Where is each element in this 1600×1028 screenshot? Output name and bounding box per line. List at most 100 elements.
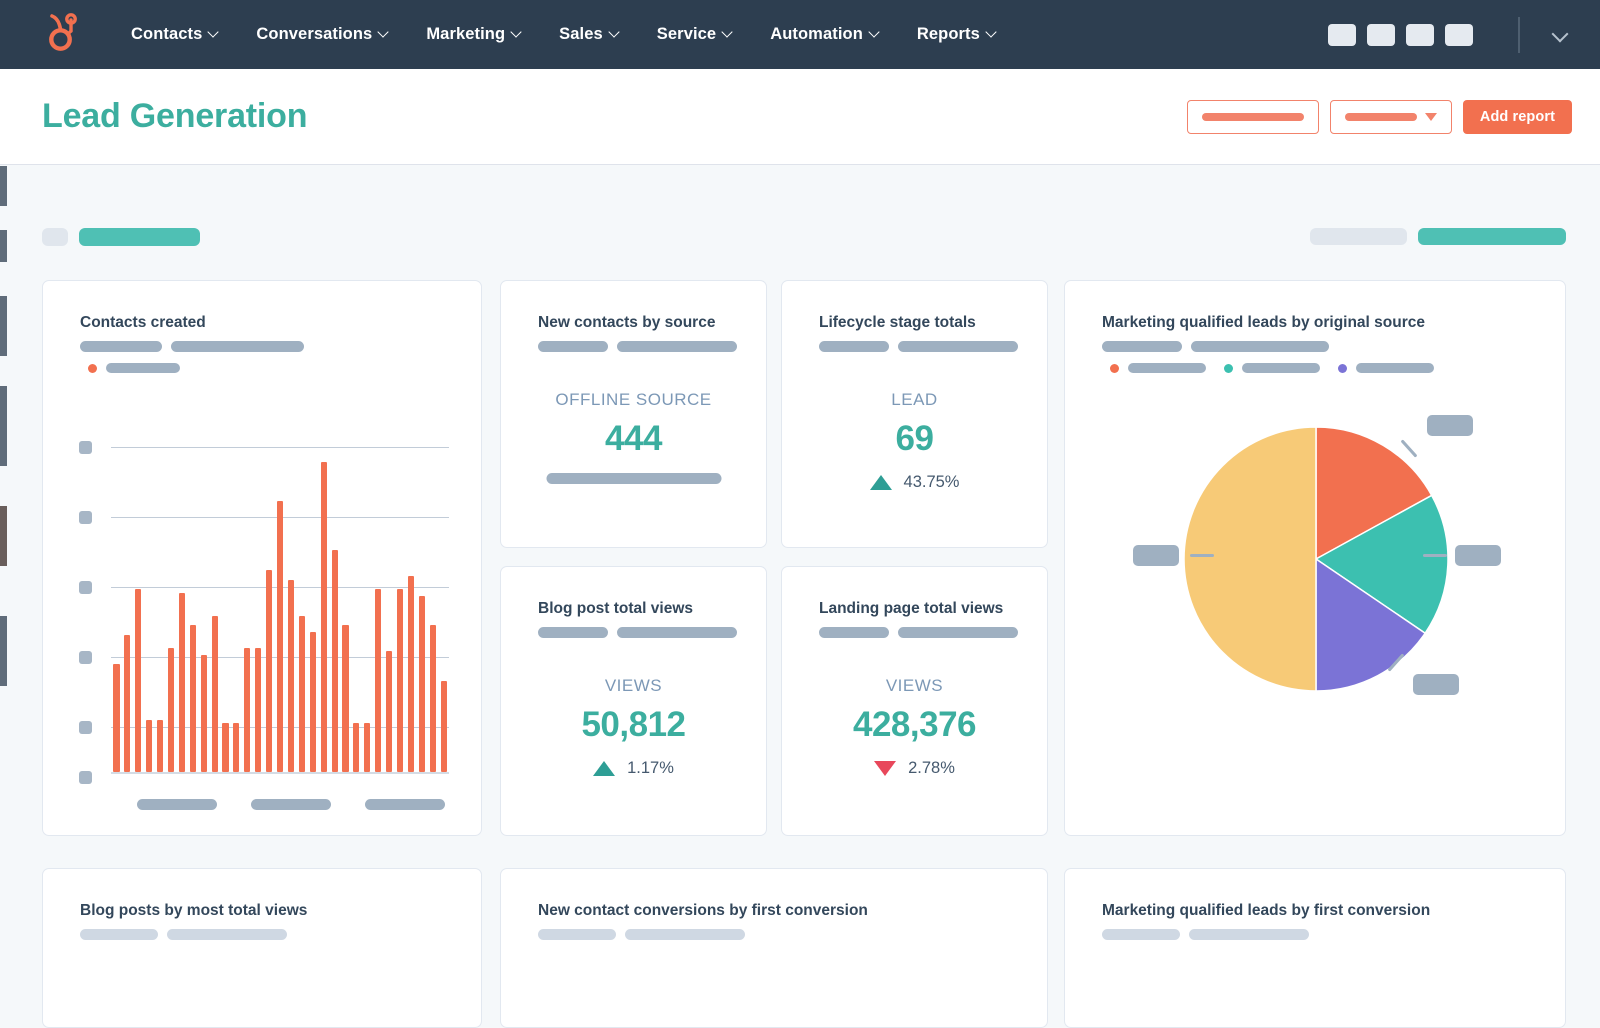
bar[interactable] bbox=[396, 589, 404, 772]
hubspot-logo[interactable] bbox=[38, 12, 84, 58]
triangle-up-icon bbox=[869, 475, 892, 490]
bar-series bbox=[111, 446, 449, 772]
bar[interactable] bbox=[407, 576, 414, 772]
redacted-bar bbox=[898, 341, 1018, 352]
card-landing-page-total-views[interactable]: Landing page total views VIEWS 428,376 2… bbox=[781, 566, 1048, 836]
bar[interactable] bbox=[222, 723, 229, 772]
kpi-delta: 2.78% bbox=[782, 759, 1047, 778]
card-blog-post-total-views[interactable]: Blog post total views VIEWS 50,812 1.17% bbox=[500, 566, 767, 836]
redacted-legend-label bbox=[1356, 363, 1434, 373]
top-navigation-bar: Contacts Conversations Marketing Sales S… bbox=[0, 0, 1600, 69]
card-new-contact-conversions-by-first-conversion[interactable]: New contact conversions by first convers… bbox=[500, 868, 1048, 1028]
header-secondary-button[interactable] bbox=[1186, 99, 1319, 134]
card-mql-by-first-conversion[interactable]: Marketing qualified leads by first conve… bbox=[1064, 868, 1566, 1028]
nav-item-conversations[interactable]: Conversations bbox=[237, 17, 407, 52]
bar[interactable] bbox=[364, 723, 371, 772]
triangle-down-icon bbox=[874, 761, 897, 776]
bar[interactable] bbox=[113, 664, 120, 772]
kpi-value: 428,376 bbox=[852, 705, 977, 744]
filter-placeholder-gray[interactable] bbox=[42, 228, 68, 246]
account-chevron-down-icon[interactable] bbox=[1554, 28, 1568, 42]
bar[interactable] bbox=[309, 631, 316, 772]
bar[interactable] bbox=[189, 625, 196, 772]
bar[interactable] bbox=[320, 462, 327, 772]
card-mql-by-original-source[interactable]: Marketing qualified leads by original so… bbox=[1064, 280, 1566, 836]
filter-placeholder-teal[interactable] bbox=[1418, 228, 1566, 245]
bar[interactable] bbox=[287, 579, 295, 772]
card-lifecycle-stage-totals[interactable]: Lifecycle stage totals LEAD 69 43.75% bbox=[781, 280, 1048, 548]
chevron-down-icon bbox=[512, 28, 521, 37]
card-blog-posts-by-most-total-views[interactable]: Blog posts by most total views bbox=[42, 868, 482, 1028]
nav-item-service[interactable]: Service bbox=[638, 17, 751, 52]
nav-item-marketing[interactable]: Marketing bbox=[407, 17, 540, 52]
redacted-bar bbox=[617, 627, 737, 638]
filter-placeholder-gray[interactable] bbox=[1310, 228, 1407, 245]
nav-item-label: Sales bbox=[559, 25, 603, 43]
bar[interactable] bbox=[298, 615, 305, 772]
x-axis-line bbox=[111, 772, 449, 774]
kpi-delta: 43.75% bbox=[782, 473, 1047, 492]
triangle-up-icon bbox=[593, 761, 616, 776]
card-title: Landing page total views bbox=[819, 600, 1004, 617]
bar[interactable] bbox=[266, 569, 273, 772]
bar[interactable] bbox=[167, 648, 175, 772]
card-subtitle-placeholders bbox=[80, 929, 287, 940]
bar[interactable] bbox=[233, 723, 240, 772]
nav-item-label: Reports bbox=[916, 25, 980, 43]
bar[interactable] bbox=[276, 501, 284, 772]
redacted-bar bbox=[80, 341, 162, 352]
kpi-metric-label: VIEWS bbox=[885, 676, 944, 695]
redacted-bar bbox=[80, 929, 158, 940]
bar[interactable] bbox=[386, 651, 393, 772]
bar[interactable] bbox=[124, 635, 131, 772]
redacted-bar bbox=[625, 929, 745, 940]
redacted-bar bbox=[171, 341, 304, 352]
pie-slice-label-placeholder bbox=[1413, 674, 1459, 695]
header-dropdown-button[interactable] bbox=[1329, 99, 1452, 134]
redacted-bar bbox=[167, 929, 287, 940]
bar[interactable] bbox=[146, 719, 153, 772]
card-subtitle-placeholders bbox=[538, 341, 737, 352]
pie-slice-label-placeholder bbox=[1427, 415, 1473, 436]
bar[interactable] bbox=[429, 625, 436, 772]
bar[interactable] bbox=[375, 589, 382, 772]
nav-utility-icon-2-placeholder[interactable] bbox=[1367, 23, 1395, 46]
pie-slice[interactable] bbox=[1183, 426, 1317, 692]
card-new-contacts-by-source[interactable]: New contacts by source OFFLINE SOURCE 44… bbox=[500, 280, 767, 548]
card-contacts-created[interactable]: Contacts created bbox=[42, 280, 482, 836]
nav-utility-icon-4-placeholder[interactable] bbox=[1445, 23, 1473, 46]
nav-item-sales[interactable]: Sales bbox=[540, 17, 638, 52]
bar[interactable] bbox=[244, 648, 251, 772]
bar[interactable] bbox=[418, 595, 425, 772]
card-title: Lifecycle stage totals bbox=[819, 314, 976, 331]
legend-color-dot bbox=[88, 363, 97, 373]
nav-utility-icon-3-placeholder[interactable] bbox=[1406, 23, 1434, 46]
card-title: Marketing qualified leads by original so… bbox=[1102, 314, 1425, 331]
bar[interactable] bbox=[353, 723, 360, 772]
filter-placeholder-teal[interactable] bbox=[79, 228, 200, 246]
bar[interactable] bbox=[255, 648, 262, 772]
filter-bar-right-group bbox=[1310, 228, 1566, 245]
nav-utility-icon-1-placeholder[interactable] bbox=[1328, 23, 1356, 46]
bar[interactable] bbox=[135, 589, 142, 772]
bar[interactable] bbox=[331, 550, 338, 772]
bar[interactable] bbox=[211, 615, 218, 772]
add-report-button[interactable]: Add report bbox=[1462, 99, 1572, 134]
x-axis-label-placeholder bbox=[137, 799, 217, 810]
bar[interactable] bbox=[157, 719, 164, 772]
nav-item-contacts[interactable]: Contacts bbox=[112, 17, 237, 52]
kpi-value: 50,812 bbox=[581, 705, 686, 744]
bar[interactable] bbox=[178, 592, 185, 772]
nav-item-label: Conversations bbox=[256, 25, 373, 43]
bar[interactable] bbox=[440, 680, 447, 772]
bar[interactable] bbox=[200, 654, 207, 772]
kpi-delta: 1.17% bbox=[501, 759, 766, 778]
redacted-footer-bar bbox=[546, 473, 721, 484]
redacted-legend-label bbox=[1242, 363, 1320, 373]
card-title: Contacts created bbox=[80, 314, 206, 331]
redacted-bar bbox=[538, 341, 608, 352]
nav-item-reports[interactable]: Reports bbox=[898, 17, 1015, 52]
nav-divider bbox=[1518, 16, 1520, 53]
bar[interactable] bbox=[342, 625, 349, 772]
nav-item-automation[interactable]: Automation bbox=[751, 17, 898, 52]
